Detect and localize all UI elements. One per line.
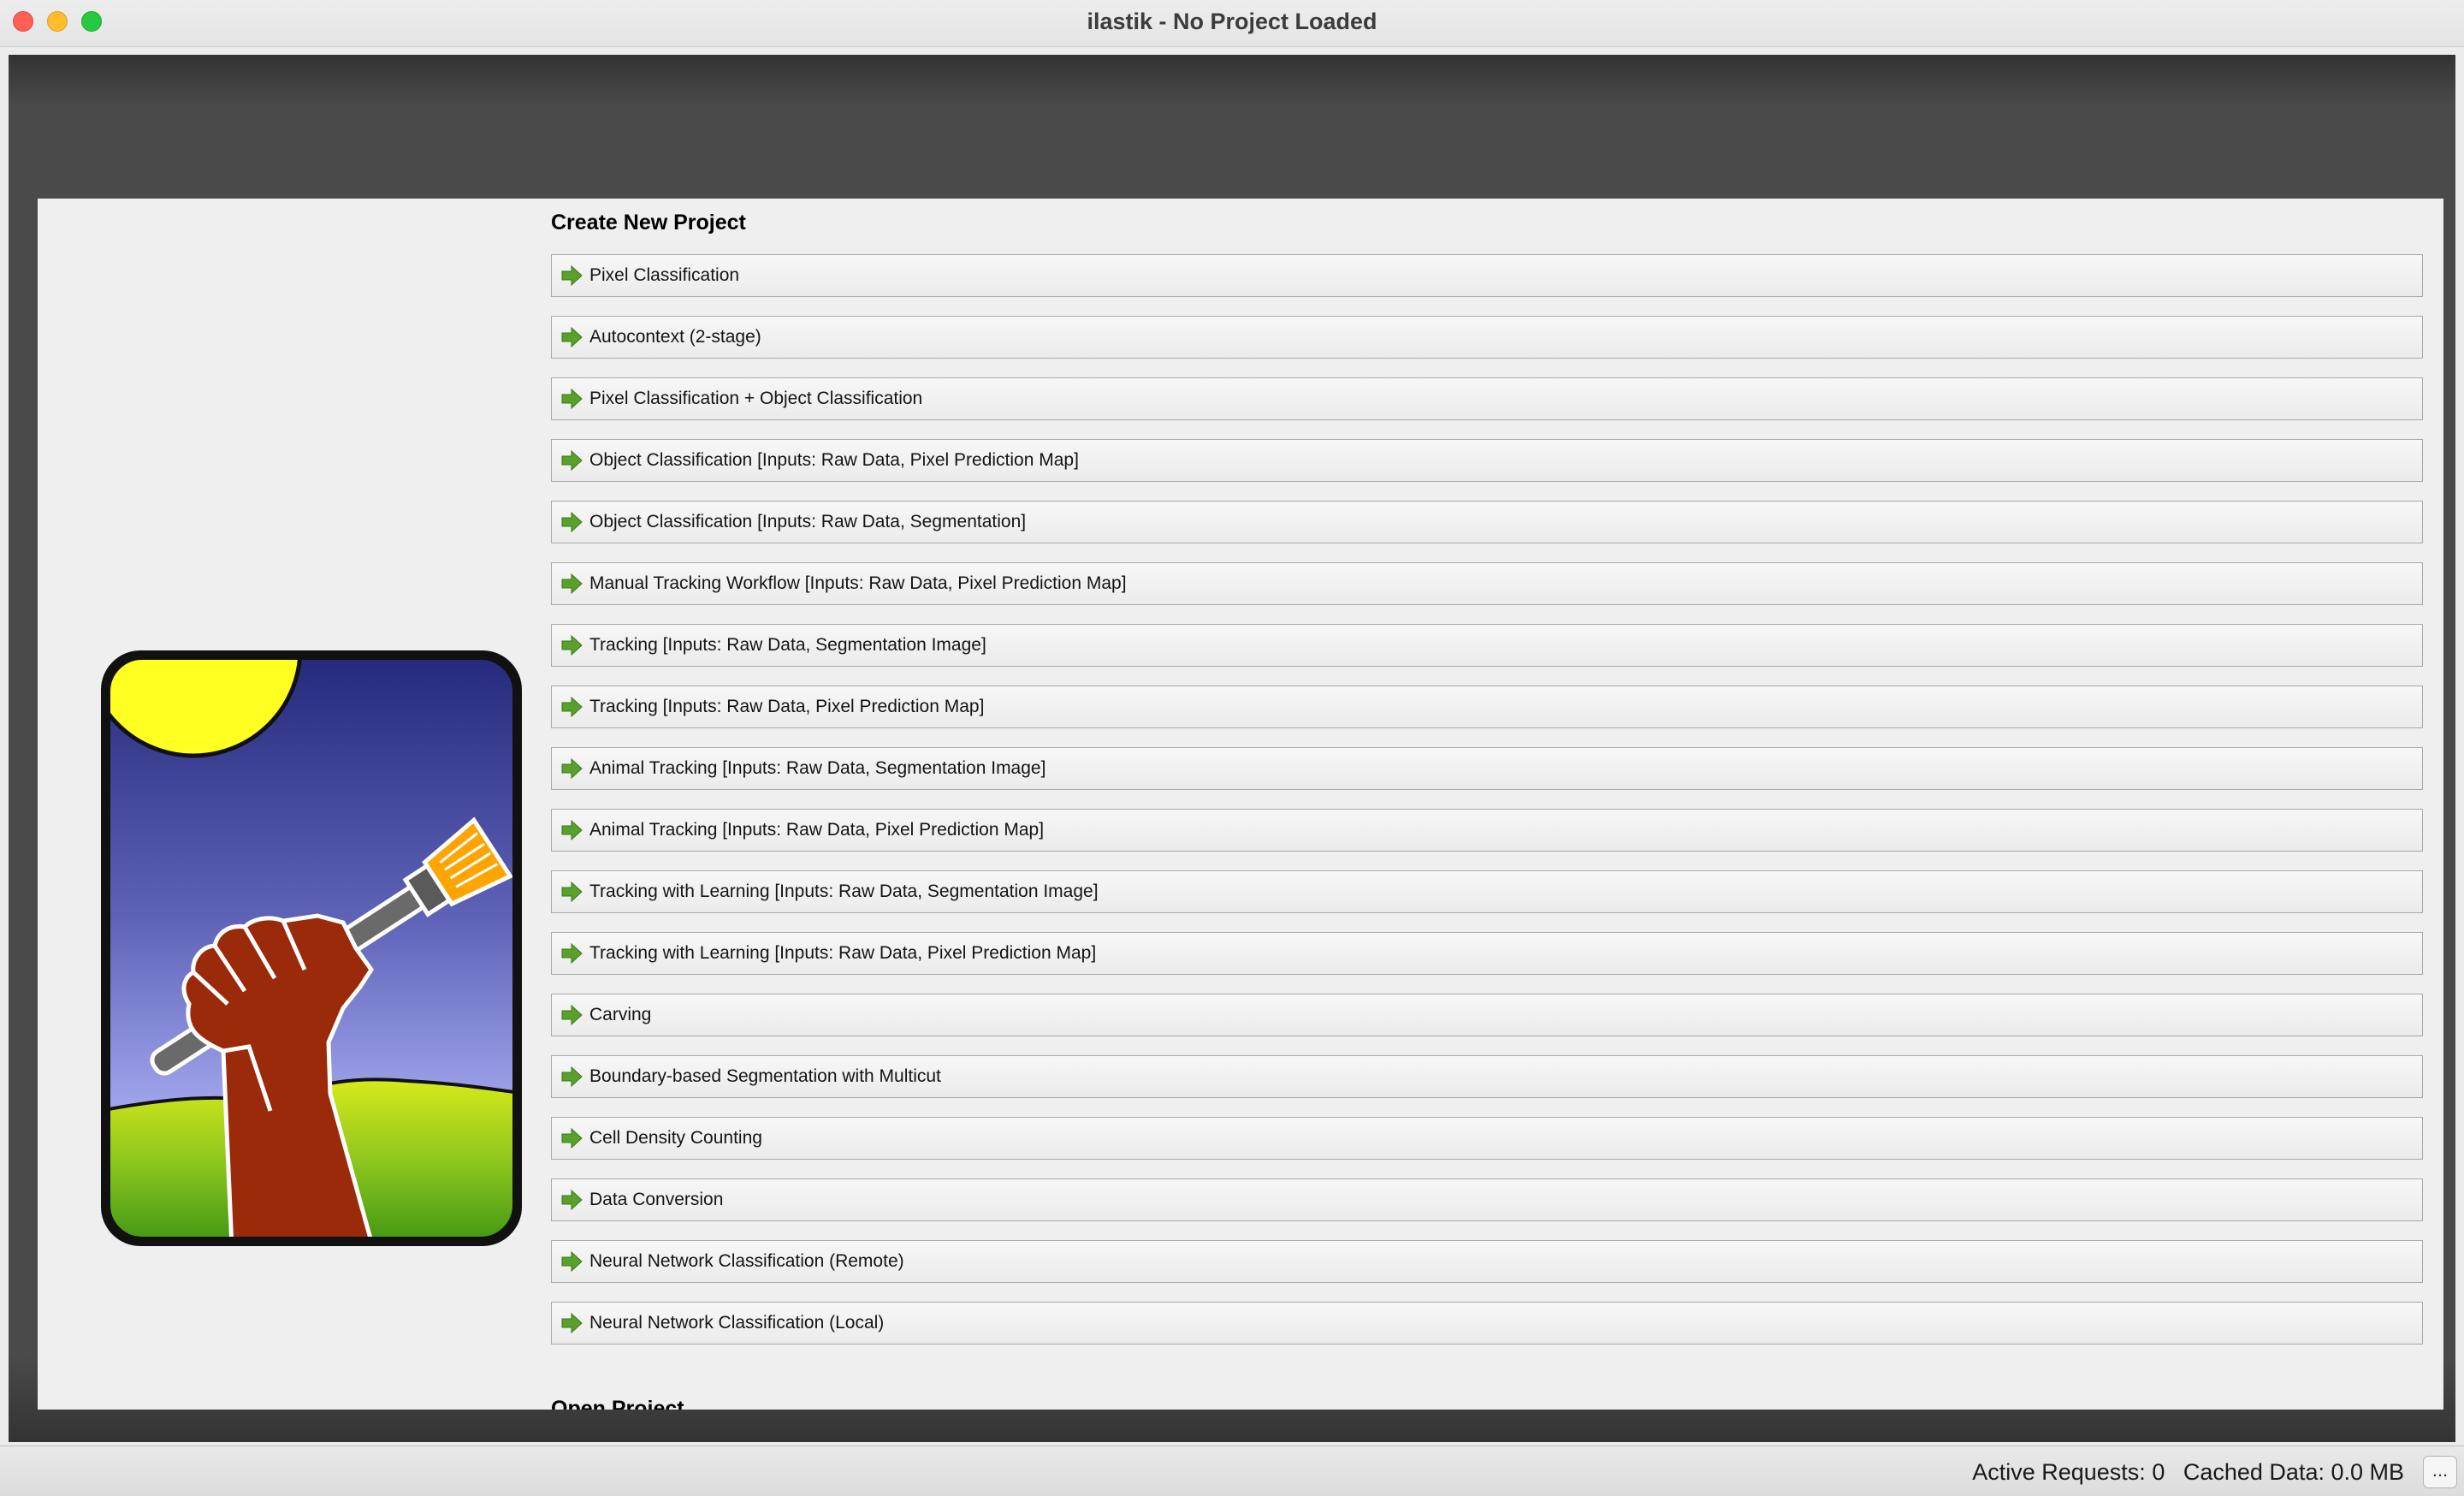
workflow-button[interactable]: Pixel Classification bbox=[551, 254, 2423, 297]
workflow-button[interactable]: Neural Network Classification (Local) bbox=[551, 1302, 2423, 1345]
workflow-label: Animal Tracking [Inputs: Raw Data, Segme… bbox=[589, 758, 1046, 778]
main-frame: Create New Project Pixel Classification A… bbox=[9, 55, 2455, 1442]
workflow-button[interactable]: Neural Network Classification (Remote) bbox=[551, 1240, 2423, 1283]
status-bar: Active Requests: 0 Cached Data: 0.0 MB .… bbox=[0, 1446, 2464, 1496]
workflow-button[interactable]: Tracking with Learning [Inputs: Raw Data… bbox=[551, 870, 2423, 913]
ilastik-window: ilastik - No Project Loaded Create New P… bbox=[0, 0, 2464, 1496]
green-arrow-icon bbox=[561, 511, 583, 533]
workflow-label: Neural Network Classification (Local) bbox=[589, 1313, 885, 1333]
green-arrow-icon bbox=[561, 696, 583, 718]
green-arrow-icon bbox=[561, 634, 583, 656]
green-arrow-icon bbox=[561, 449, 583, 472]
workflow-label: Manual Tracking Workflow [Inputs: Raw Da… bbox=[589, 573, 1127, 593]
workflow-label: Tracking [Inputs: Raw Data, Segmentation… bbox=[589, 635, 986, 655]
green-arrow-icon bbox=[561, 1312, 583, 1334]
workflow-button[interactable]: Cell Density Counting bbox=[551, 1117, 2423, 1160]
green-arrow-icon bbox=[561, 819, 583, 841]
green-arrow-icon bbox=[561, 1004, 583, 1026]
workflow-label: Animal Tracking [Inputs: Raw Data, Pixel… bbox=[589, 820, 1045, 840]
workflow-button[interactable]: Manual Tracking Workflow [Inputs: Raw Da… bbox=[551, 562, 2423, 605]
workflow-label: Carving bbox=[589, 1005, 652, 1024]
green-arrow-icon bbox=[561, 1250, 583, 1273]
green-arrow-icon bbox=[561, 942, 583, 965]
workflow-button[interactable]: Object Classification [Inputs: Raw Data,… bbox=[551, 439, 2423, 482]
green-arrow-icon bbox=[561, 1127, 583, 1149]
green-arrow-icon bbox=[561, 264, 583, 287]
open-project-heading: Open Project bbox=[551, 1397, 684, 1410]
window-title: ilastik - No Project Loaded bbox=[1087, 9, 1377, 34]
green-arrow-icon bbox=[561, 1189, 583, 1211]
workflow-label: Autocontext (2-stage) bbox=[589, 327, 761, 347]
workflow-button[interactable]: Object Classification [Inputs: Raw Data,… bbox=[551, 501, 2423, 543]
workflow-button[interactable]: Carving bbox=[551, 994, 2423, 1036]
workflow-button[interactable]: Animal Tracking [Inputs: Raw Data, Segme… bbox=[551, 747, 2423, 790]
title-bar[interactable]: ilastik - No Project Loaded bbox=[0, 0, 2464, 47]
workflow-button[interactable]: Tracking [Inputs: Raw Data, Segmentation… bbox=[551, 624, 2423, 667]
green-arrow-icon bbox=[561, 1066, 583, 1088]
workflow-label: Tracking [Inputs: Raw Data, Pixel Predic… bbox=[589, 697, 985, 716]
workflow-button[interactable]: Boundary-based Segmentation with Multicu… bbox=[551, 1055, 2423, 1098]
workflow-label: Tracking with Learning [Inputs: Raw Data… bbox=[589, 882, 1099, 901]
green-arrow-icon bbox=[561, 881, 583, 903]
workflow-list: Pixel Classification Autocontext (2-stage… bbox=[551, 254, 2423, 1363]
cached-data-label: Cached Data: 0.0 MB bbox=[2183, 1459, 2404, 1485]
active-requests-label: Active Requests: 0 bbox=[1972, 1459, 2165, 1485]
workflow-label: Pixel Classification + Object Classifica… bbox=[589, 389, 923, 408]
workflow-label: Object Classification [Inputs: Raw Data,… bbox=[589, 512, 1027, 531]
ilastik-logo bbox=[101, 650, 522, 1246]
create-project-heading: Create New Project bbox=[551, 211, 746, 234]
workflow-button[interactable]: Autocontext (2-stage) bbox=[551, 316, 2423, 359]
green-arrow-icon bbox=[561, 573, 583, 595]
green-arrow-icon bbox=[561, 326, 583, 348]
workflow-button[interactable]: Data Conversion bbox=[551, 1178, 2423, 1221]
workflow-label: Object Classification [Inputs: Raw Data,… bbox=[589, 450, 1079, 470]
workflow-label: Cell Density Counting bbox=[589, 1128, 762, 1148]
workflow-label: Tracking with Learning [Inputs: Raw Data… bbox=[589, 943, 1097, 963]
workflow-button[interactable]: Tracking with Learning [Inputs: Raw Data… bbox=[551, 932, 2423, 975]
workflow-label: Neural Network Classification (Remote) bbox=[589, 1251, 904, 1271]
start-page: Create New Project Pixel Classification A… bbox=[38, 199, 2443, 1410]
workflow-label: Data Conversion bbox=[589, 1190, 724, 1209]
green-arrow-icon bbox=[561, 388, 583, 410]
workflow-button[interactable]: Animal Tracking [Inputs: Raw Data, Pixel… bbox=[551, 809, 2423, 852]
status-more-button[interactable]: ... bbox=[2423, 1456, 2457, 1488]
workflow-button[interactable]: Pixel Classification + Object Classifica… bbox=[551, 377, 2423, 420]
workflow-label: Pixel Classification bbox=[589, 265, 740, 285]
workflow-label: Boundary-based Segmentation with Multicu… bbox=[589, 1066, 941, 1086]
workflow-button[interactable]: Tracking [Inputs: Raw Data, Pixel Predic… bbox=[551, 686, 2423, 728]
status-text: Active Requests: 0 Cached Data: 0.0 MB bbox=[1960, 1446, 2404, 1496]
green-arrow-icon bbox=[561, 757, 583, 780]
